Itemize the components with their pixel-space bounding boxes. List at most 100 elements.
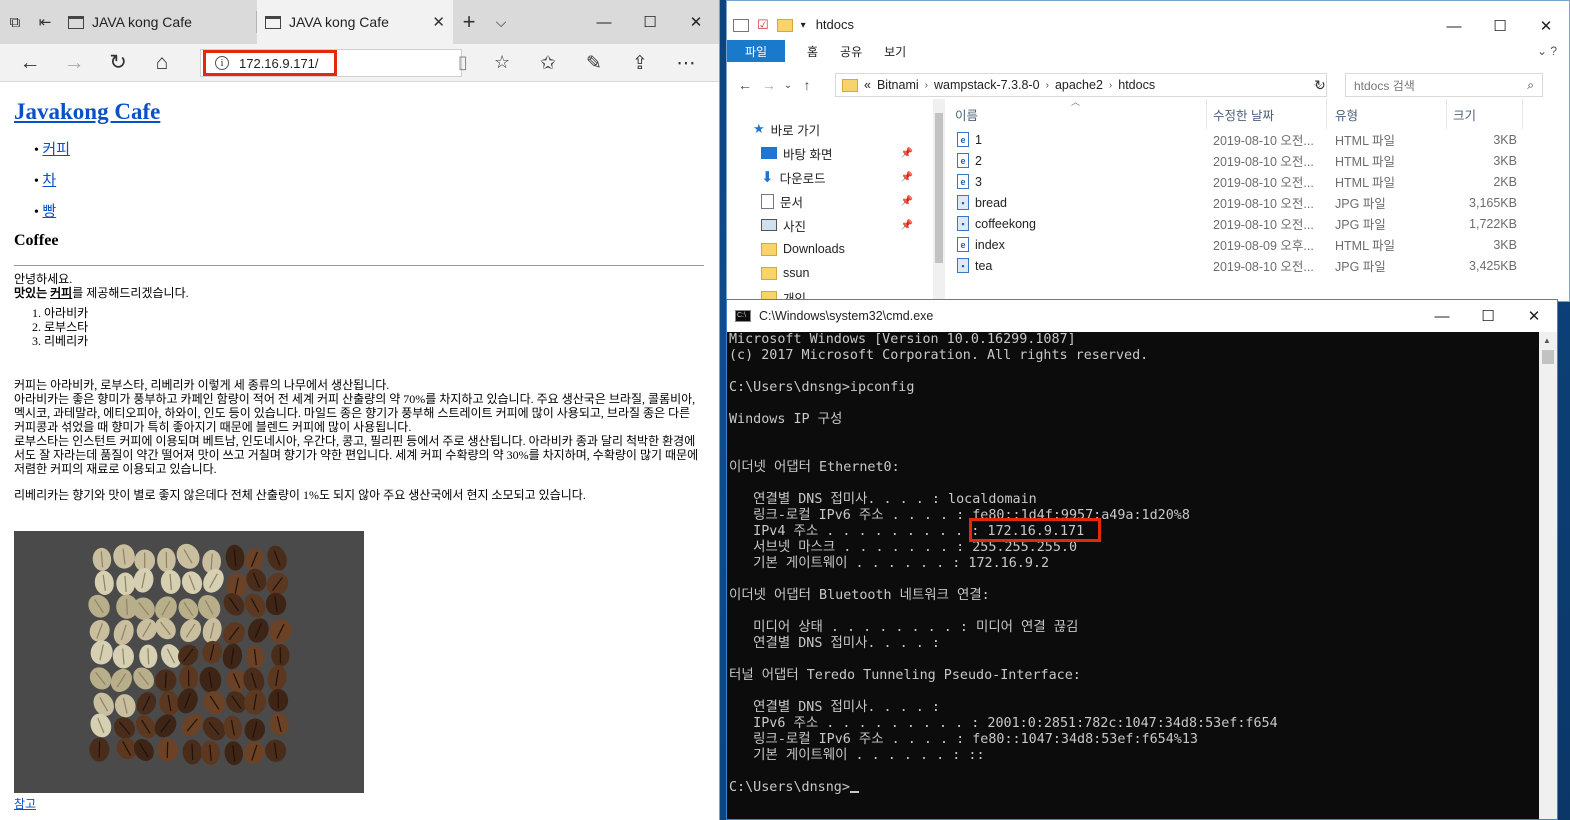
cmd-output[interactable]: Microsoft Windows [Version 10.0.16299.10… [727, 332, 1539, 819]
command-prompt-window: C:\ C:\Windows\system32\cmd.exe — ☐ ✕ Mi… [726, 299, 1558, 820]
refresh-icon[interactable]: ↻ [1309, 73, 1331, 97]
maximize-button[interactable]: ☐ [1465, 300, 1511, 332]
minimize-button[interactable]: — [1419, 300, 1465, 332]
path-segment[interactable]: htdocs [1118, 78, 1155, 92]
back-arrow-icon[interactable]: ← [8, 44, 52, 82]
tab-preview-icon[interactable]: ⧉ [0, 0, 30, 44]
close-tab-icon[interactable]: ✕ [432, 13, 445, 31]
pin-icon: 📌 [900, 195, 913, 207]
path-segment[interactable]: apache2 [1055, 78, 1103, 92]
path-segment[interactable]: Bitnami [877, 78, 919, 92]
tab-javakong-2[interactable]: JAVA kong Cafe ✕ [257, 0, 453, 44]
tab-javakong-1[interactable]: JAVA kong Cafe [60, 0, 256, 44]
back-arrow-icon[interactable]: ← [733, 77, 757, 93]
file-row[interactable]: e 1 2019-08-10 오전... HTML 파일 3KB [949, 129, 1569, 150]
cmd-app-icon: C:\ [735, 310, 751, 322]
sidebar-item-downloads-kr[interactable]: ⬇ 다운로드 📌 [727, 165, 931, 189]
file-row[interactable]: e 2 2019-08-10 오전... HTML 파일 3KB [949, 150, 1569, 171]
path-chevron-icon[interactable]: › [1109, 80, 1112, 91]
maximize-button[interactable]: ☐ [1477, 9, 1523, 43]
sidebar-item-desktop[interactable]: 바탕 화면 📌 [727, 141, 931, 165]
cmd-line [729, 604, 1539, 620]
reading-view-icon[interactable]: ▯ [458, 52, 468, 73]
up-arrow-icon[interactable]: ↑ [795, 77, 819, 93]
path-overflow[interactable]: « [864, 78, 871, 92]
ribbon-tab-view[interactable]: 보기 [884, 43, 906, 60]
file-type-text: JPG 파일 [1335, 218, 1386, 232]
browser-window: ⧉ ⇤ JAVA kong Cafe JAVA kong Cafe ✕ + ⌵ … [0, 0, 720, 820]
ribbon-file-tab[interactable]: 파일 [727, 40, 785, 62]
file-size: 3KB [1447, 238, 1523, 252]
sidebar-item-documents[interactable]: 문서 📌 [727, 189, 931, 213]
web-page-content: Javakong Cafe 커피 차 빵 Coffee 안녕하세요. 맛있는 커… [0, 83, 718, 820]
forward-arrow-icon[interactable]: → [757, 77, 781, 93]
favorites-list-icon[interactable]: ✩ [525, 44, 571, 82]
ribbon-tab-home[interactable]: 홈 [807, 43, 818, 60]
file-size-text: 3,165KB [1469, 195, 1517, 210]
expand-ribbon-chevron-icon[interactable]: ⌄ ? [1537, 44, 1557, 58]
check-icon[interactable]: ☑ [757, 17, 769, 33]
refresh-icon[interactable]: ↻ [96, 44, 140, 82]
close-button[interactable]: ✕ [1523, 9, 1569, 43]
nav-link-bread[interactable]: 빵 [42, 204, 56, 220]
properties-icon[interactable] [733, 18, 749, 32]
file-row[interactable]: ▪ coffeekong 2019-08-10 오전... JPG 파일 1,722KB [949, 213, 1569, 234]
search-icon[interactable]: ⌕ [1527, 78, 1534, 93]
sidebar-item-quick-access[interactable]: ★ 바로 가기 [727, 117, 931, 141]
scrollbar-thumb[interactable] [935, 113, 943, 263]
close-button[interactable]: ✕ [673, 0, 719, 44]
file-date-text: 2019-08-10 오전... [1213, 155, 1314, 169]
column-header-size[interactable]: 크기 [1447, 99, 1523, 129]
address-path-bar[interactable]: « Bitnami › wampstack-7.3.8-0 › apache2 … [835, 73, 1327, 97]
path-segment[interactable]: wampstack-7.3.8-0 [934, 78, 1040, 92]
page-title-link[interactable]: Javakong Cafe [14, 99, 160, 124]
sidebar-item-pictures[interactable]: 사진 📌 [727, 213, 931, 237]
favorite-star-icon[interactable]: ☆ [494, 52, 510, 73]
coffee-bean-crease [147, 648, 150, 665]
maximize-button[interactable]: ☐ [627, 0, 673, 44]
web-note-pen-icon[interactable]: ✎ [571, 44, 617, 82]
column-header-date[interactable]: 수정한 날짜 [1207, 99, 1327, 129]
minimize-button[interactable]: — [1431, 9, 1477, 43]
file-row[interactable]: e index 2019-08-09 오후... HTML 파일 3KB [949, 234, 1569, 255]
coffee-bean-crease [191, 744, 194, 761]
path-chevron-icon[interactable]: › [925, 80, 928, 91]
more-menu-icon[interactable]: ⋯ [663, 44, 709, 82]
forward-arrow-icon[interactable]: → [52, 44, 96, 82]
scroll-up-arrow-icon[interactable]: ▲ [1543, 336, 1551, 345]
search-box[interactable]: htdocs 검색 ⌕ [1345, 73, 1543, 97]
file-size-text: 3KB [1493, 237, 1517, 252]
recent-locations-chevron-icon[interactable]: ⌄ [781, 80, 795, 91]
close-button[interactable]: ✕ [1511, 300, 1557, 332]
file-date-text: 2019-08-10 오전... [1213, 134, 1314, 148]
file-row[interactable]: e 3 2019-08-10 오전... HTML 파일 2KB [949, 171, 1569, 192]
file-row[interactable]: ▪ tea 2019-08-10 오전... JPG 파일 3,425KB [949, 255, 1569, 276]
cmd-line: C:\Users\dnsng> [729, 780, 1539, 796]
file-date-text: 2019-08-10 오전... [1213, 197, 1314, 211]
share-icon[interactable]: ⇪ [617, 44, 663, 82]
minimize-button[interactable]: — [581, 0, 627, 44]
set-aside-tabs-icon[interactable]: ⇤ [30, 0, 60, 44]
sidebar-item-ssun[interactable]: ssun [727, 261, 931, 285]
column-header-type[interactable]: 유형 [1327, 99, 1447, 129]
home-icon[interactable]: ⌂ [140, 44, 184, 82]
sidebar-item-downloads[interactable]: Downloads [727, 237, 931, 261]
customize-chevron-icon[interactable]: ▾ [801, 20, 806, 31]
intro-link-text: 커피 [50, 286, 73, 300]
file-row[interactable]: ▪ bread 2019-08-10 오전... JPG 파일 3,165KB [949, 192, 1569, 213]
tab-list-chevron-icon[interactable]: ⌵ [485, 0, 517, 44]
path-chevron-icon[interactable]: › [1046, 80, 1049, 91]
scrollbar-thumb[interactable] [1542, 350, 1554, 364]
nav-link-coffee[interactable]: 커피 [42, 142, 70, 158]
cmd-scrollbar[interactable]: ▲ [1539, 332, 1557, 819]
new-tab-button[interactable]: + [453, 0, 485, 44]
file-name: e2 [949, 153, 1207, 168]
new-folder-icon[interactable] [776, 18, 793, 32]
navigation-pane-scrollbar[interactable] [933, 99, 945, 301]
ribbon-tab-share[interactable]: 공유 [840, 43, 862, 60]
liberica-paragraph: 리베리카는 향기와 맛이 별로 좋지 않은데다 전체 산출량이 1%도 되지 않… [14, 488, 586, 502]
reference-link[interactable]: 참고 [14, 795, 36, 812]
pin-icon: 📌 [900, 171, 913, 183]
nav-item-tea: 차 [34, 166, 704, 197]
nav-link-tea[interactable]: 차 [42, 173, 56, 189]
